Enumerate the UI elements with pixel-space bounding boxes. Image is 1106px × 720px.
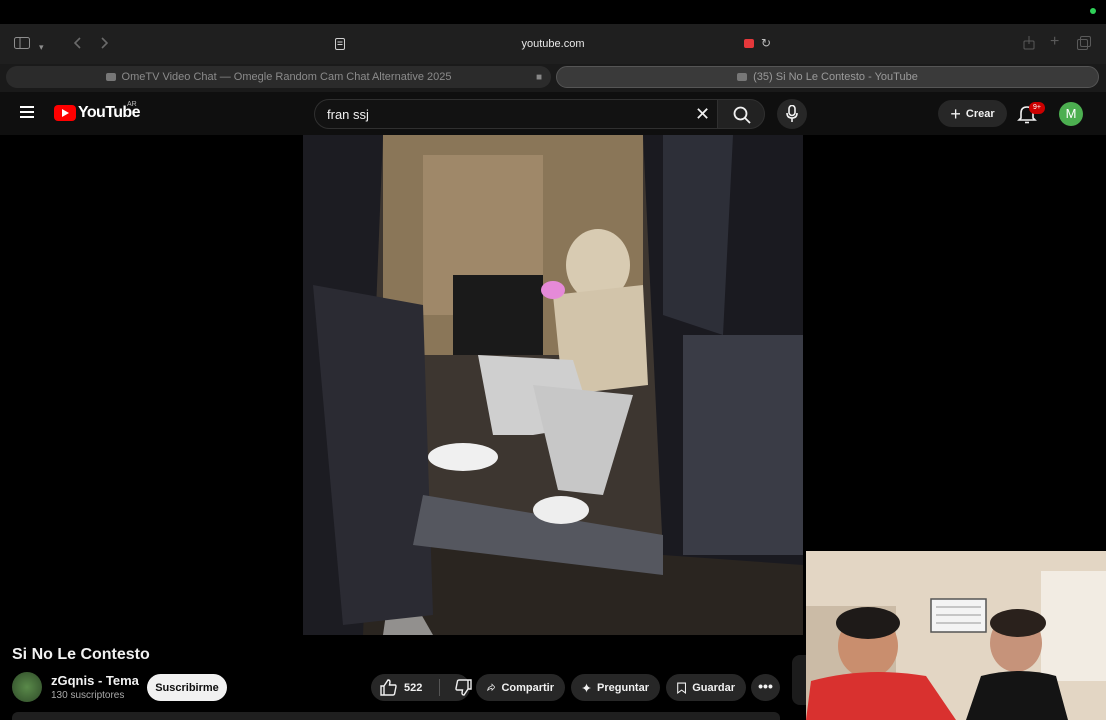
tab-title: (35) Si No Le Contesto - YouTube [753,71,918,83]
video-thumbnail [303,135,803,635]
like-icon [380,679,397,696]
webcam-feed [806,551,1106,720]
share-label: Compartir [501,681,554,694]
create-button[interactable]: + Crear [938,100,1007,127]
save-button[interactable]: Guardar [666,674,746,701]
dislike-icon [455,679,473,696]
voice-search-button[interactable] [777,99,807,129]
camera-icon[interactable] [744,39,754,48]
system-bar [0,0,1106,24]
more-icon[interactable]: ••• [751,674,780,701]
tabs-icon[interactable] [1077,36,1091,53]
subscribe-button[interactable]: Suscribirme [147,674,227,701]
ask-label: Preguntar [597,681,649,694]
tab-favicon [737,73,748,81]
browser-toolbar: ▾ youtube.com ↻ + [0,24,1106,64]
search-button[interactable] [717,99,765,129]
notifications-badge: 9+ [1029,102,1045,114]
reload-icon[interactable]: ↻ [761,36,771,50]
share-icon[interactable] [1023,36,1035,53]
divider [439,679,441,696]
tab-bar: OmeTV Video Chat — Omegle Random Cam Cha… [0,64,1106,92]
clear-icon[interactable]: ✕ [695,104,710,125]
camera-active-indicator [1090,8,1096,14]
like-dislike-group: 522 [371,674,473,701]
bookmark-icon [677,682,687,694]
webcam-pip[interactable] [806,551,1106,720]
subscriber-count: 130 suscriptores [51,690,125,701]
ask-button[interactable]: Preguntar [571,674,660,701]
tab-favicon [105,73,116,81]
search-input[interactable]: fran ssj ✕ [314,99,718,129]
youtube-header: YouTube AR fran ssj ✕ + Crear 9+ M [0,92,1106,135]
plus-icon: + [950,103,961,124]
channel-name[interactable]: zGqnis - Tema [51,673,139,688]
share-button[interactable]: Compartir [476,674,565,701]
video-title: Si No Le Contesto [12,646,150,663]
country-code: AR [127,101,137,108]
tab-youtube[interactable]: (35) Si No Le Contesto - YouTube [556,66,1099,88]
dislike-button[interactable] [446,679,473,696]
youtube-play-icon [54,105,76,121]
thumbnail-artwork [303,135,803,635]
save-label: Guardar [692,681,735,694]
menu-icon[interactable] [20,106,34,118]
tab-title: OmeTV Video Chat — Omegle Random Cam Cha… [121,71,452,83]
new-tab-icon[interactable]: + [1050,34,1059,50]
search-icon [733,106,751,124]
avatar[interactable]: M [1059,102,1083,126]
search-value: fran ssj [327,107,369,122]
share-arrow-icon [487,683,496,692]
side-panel-edge[interactable] [792,655,806,705]
sparkle-icon [582,682,592,693]
description-box[interactable] [12,712,780,720]
channel-avatar[interactable] [12,672,42,702]
address-bar[interactable]: youtube.com [0,38,1106,50]
camera-icon: ■ [536,72,543,83]
create-label: Crear [965,107,995,120]
like-button[interactable]: 522 [371,674,441,701]
tab-ometv[interactable]: OmeTV Video Chat — Omegle Random Cam Cha… [6,66,551,88]
microphone-icon [786,105,798,122]
like-count: 522 [404,681,423,694]
